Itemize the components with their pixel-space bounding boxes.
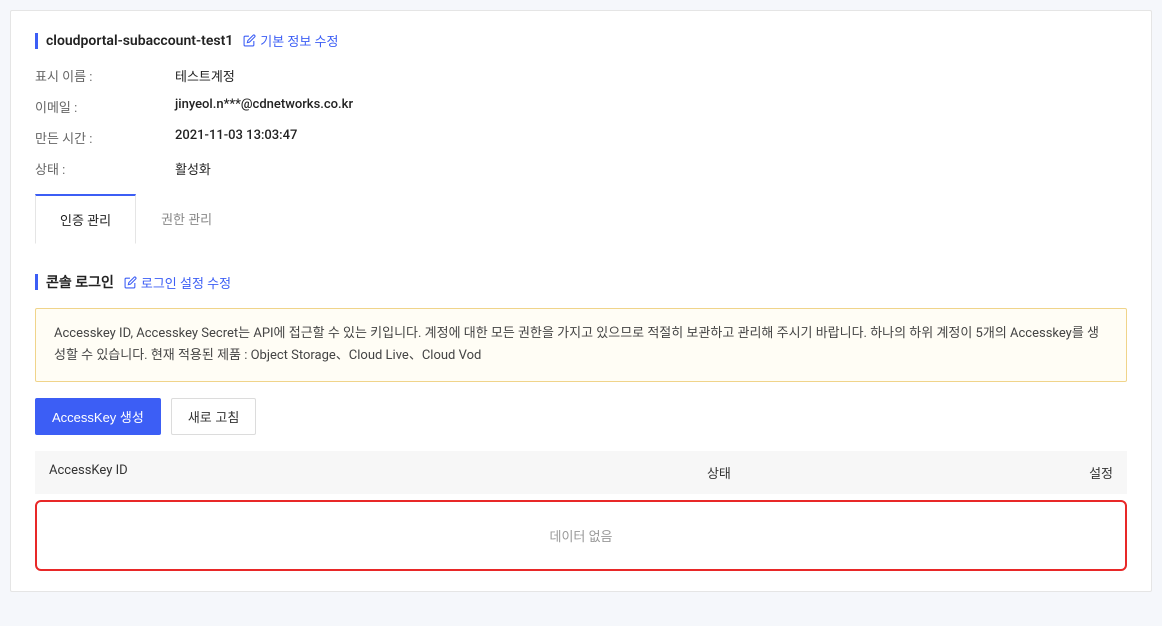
email-row: 이메일 : jinyeol.n***@cdnetworks.co.kr: [35, 97, 1127, 116]
section-bar: [35, 274, 38, 290]
col-accesskey-id: AccessKey ID: [49, 463, 522, 482]
status-label: 상태 :: [35, 159, 175, 178]
tabs: 인증 관리 권한 관리: [35, 194, 1127, 244]
account-detail-card: cloudportal-subaccount-test1 기본 정보 수정 표시…: [10, 10, 1152, 592]
accesskey-notice: Accesskey ID, Accesskey Secret는 API에 접근할…: [35, 308, 1127, 382]
edit-basic-info-label: 기본 정보 수정: [260, 31, 338, 50]
console-title: 콘솔 로그인: [46, 272, 114, 292]
section-bar: [35, 33, 38, 49]
email-label: 이메일 :: [35, 97, 175, 116]
edit-login-settings-label: 로그인 설정 수정: [141, 273, 231, 292]
created-row: 만든 시간 : 2021-11-03 13:03:47: [35, 128, 1127, 147]
console-title-row: 콘솔 로그인 로그인 설정 수정: [35, 272, 1127, 292]
refresh-button[interactable]: 새로 고침: [171, 398, 256, 435]
table-header: AccessKey ID 상태 설정: [35, 451, 1127, 494]
edit-basic-info-link[interactable]: 기본 정보 수정: [243, 31, 338, 50]
display-name-label: 표시 이름 :: [35, 66, 175, 85]
edit-login-settings-link[interactable]: 로그인 설정 수정: [124, 273, 231, 292]
title-row: cloudportal-subaccount-test1 기본 정보 수정: [35, 31, 1127, 50]
col-status: 상태: [522, 463, 916, 482]
col-settings: 설정: [916, 463, 1113, 482]
tab-auth[interactable]: 인증 관리: [35, 194, 136, 244]
edit-icon: [124, 276, 137, 289]
account-name: cloudportal-subaccount-test1: [46, 33, 233, 49]
status-value: 활성화: [175, 159, 211, 178]
email-value: jinyeol.n***@cdnetworks.co.kr: [175, 97, 353, 116]
generate-accesskey-button[interactable]: AccessKey 생성: [35, 398, 161, 435]
created-value: 2021-11-03 13:03:47: [175, 128, 297, 147]
status-row: 상태 : 활성화: [35, 159, 1127, 178]
display-name-row: 표시 이름 : 테스트계정: [35, 66, 1127, 85]
button-row: AccessKey 생성 새로 고침: [35, 398, 1127, 435]
display-name-value: 테스트계정: [175, 66, 235, 85]
created-label: 만든 시간 :: [35, 128, 175, 147]
empty-data-box: 데이터 없음: [35, 500, 1127, 571]
tab-perm[interactable]: 권한 관리: [136, 194, 237, 244]
edit-icon: [243, 34, 256, 47]
